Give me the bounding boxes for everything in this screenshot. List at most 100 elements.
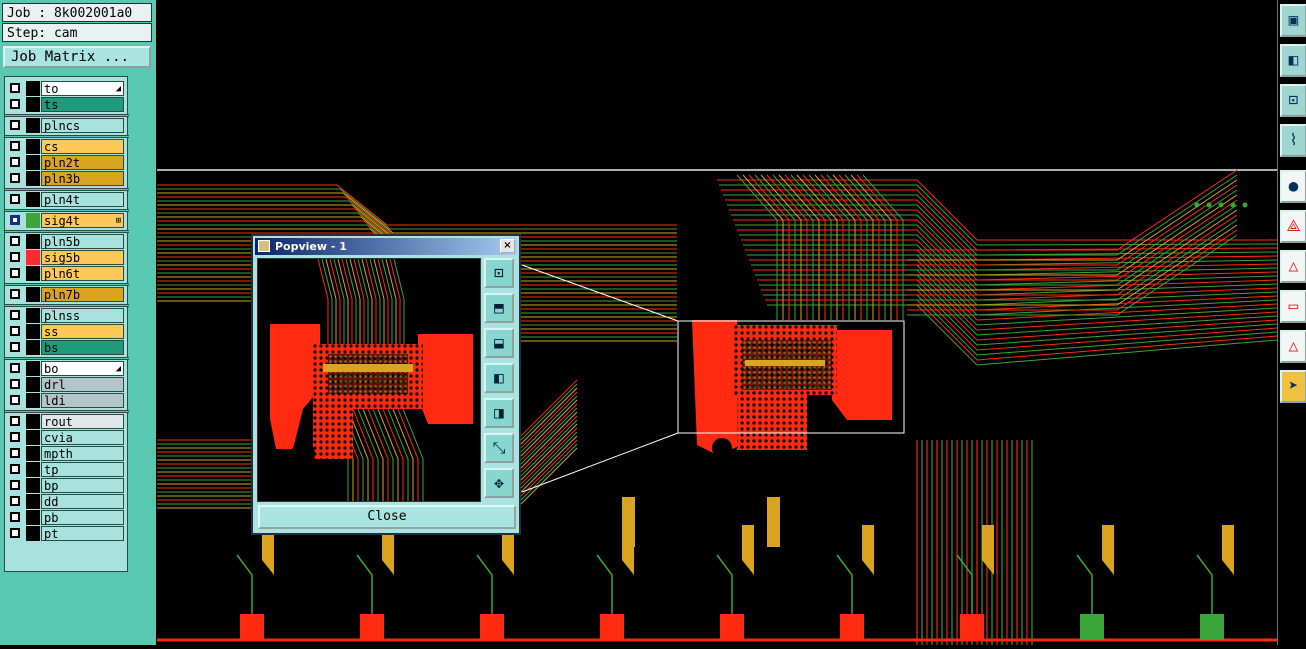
layer-row[interactable]: ss: [5, 324, 129, 340]
layer-row[interactable]: pb: [5, 510, 129, 526]
pan-up-icon[interactable]: ⬒: [484, 293, 514, 323]
layer-color-swatch[interactable]: [26, 118, 40, 133]
layer-checkbox[interactable]: [10, 252, 20, 262]
layer-color-swatch[interactable]: [26, 494, 40, 509]
layer-row[interactable]: cs: [5, 139, 129, 155]
layer-name[interactable]: ss: [41, 324, 124, 339]
job-matrix-button[interactable]: Job Matrix ...: [3, 46, 151, 68]
select-icon[interactable]: ▭: [1280, 290, 1306, 323]
zoom-home-icon[interactable]: ⊡: [484, 258, 514, 288]
layer-checkbox[interactable]: [10, 326, 20, 336]
layer-color-swatch[interactable]: [26, 139, 40, 154]
layer-checkbox[interactable]: [10, 432, 20, 442]
layer-checkbox[interactable]: [10, 395, 20, 405]
layer-checkbox[interactable]: [10, 480, 20, 490]
layer-checkbox[interactable]: [10, 512, 20, 522]
layer-color-swatch[interactable]: [26, 308, 40, 323]
layer-color-swatch[interactable]: [26, 414, 40, 429]
layer-name[interactable]: pt: [41, 526, 124, 541]
layer-row[interactable]: to ◢: [5, 81, 129, 97]
layer-checkbox[interactable]: [10, 342, 20, 352]
layer-row[interactable]: pt: [5, 526, 129, 542]
layer-checkbox[interactable]: [10, 310, 20, 320]
popview-preview[interactable]: [257, 258, 481, 502]
layer-name[interactable]: plnss: [41, 308, 124, 323]
layer-checkbox[interactable]: [10, 215, 20, 225]
layer-color-swatch[interactable]: [26, 340, 40, 355]
layer-name[interactable]: pln7b: [41, 287, 124, 302]
layer-color-swatch[interactable]: [26, 462, 40, 477]
layer-name[interactable]: plncs: [41, 118, 124, 133]
layer-color-swatch[interactable]: [26, 81, 40, 96]
layer-name[interactable]: pb: [41, 510, 124, 525]
layer-color-swatch[interactable]: [26, 287, 40, 302]
layer-row[interactable]: rout: [5, 414, 129, 430]
layer-color-swatch[interactable]: [26, 377, 40, 392]
layer-row[interactable]: sig5b: [5, 250, 129, 266]
layer-name[interactable]: cs: [41, 139, 124, 154]
layer-color-swatch[interactable]: [26, 97, 40, 112]
layer-row[interactable]: dd: [5, 494, 129, 510]
pointer-icon[interactable]: ➤: [1280, 370, 1306, 403]
layer-name[interactable]: sig5b: [41, 250, 124, 265]
layer-color-swatch[interactable]: [26, 446, 40, 461]
layer-color-swatch[interactable]: [26, 478, 40, 493]
zoom-in-icon[interactable]: ⤡: [484, 433, 514, 463]
layer-icon[interactable]: ▣: [1280, 4, 1306, 37]
layer-name[interactable]: to ◢: [41, 81, 124, 96]
layer-checkbox[interactable]: [10, 236, 20, 246]
layer-checkbox[interactable]: [10, 448, 20, 458]
layer-row[interactable]: plnss: [5, 308, 129, 324]
layer-row[interactable]: pln3b: [5, 171, 129, 187]
layer-name[interactable]: drl: [41, 377, 124, 392]
layer-row[interactable]: bo ◢: [5, 361, 129, 377]
layer-checkbox[interactable]: [10, 416, 20, 426]
layer-row[interactable]: drl: [5, 377, 129, 393]
layer-checkbox[interactable]: [10, 173, 20, 183]
snap-icon[interactable]: ◧: [1280, 44, 1306, 77]
layer-checkbox[interactable]: [10, 379, 20, 389]
layer-name[interactable]: ts: [41, 97, 124, 112]
pan-left-icon[interactable]: ◧: [484, 363, 514, 393]
layer-checkbox[interactable]: [10, 99, 20, 109]
pan-right-icon[interactable]: ◨: [484, 398, 514, 428]
drc-icon[interactable]: △: [1280, 250, 1306, 283]
layer-checkbox[interactable]: [10, 157, 20, 167]
layer-row[interactable]: bp: [5, 478, 129, 494]
layer-row[interactable]: bs: [5, 340, 129, 356]
layer-checkbox[interactable]: [10, 289, 20, 299]
close-button[interactable]: Close: [258, 505, 516, 529]
net-icon[interactable]: ⟁: [1280, 210, 1306, 243]
layer-name[interactable]: pln3b: [41, 171, 124, 186]
layer-name[interactable]: rout: [41, 414, 124, 429]
layer-row[interactable]: plncs: [5, 118, 129, 134]
layer-name[interactable]: sig4t ⊞: [41, 213, 124, 228]
close-icon[interactable]: ×: [500, 239, 515, 253]
pad-icon[interactable]: ●: [1280, 170, 1306, 203]
measure-icon[interactable]: ⌇: [1280, 124, 1306, 157]
layer-color-swatch[interactable]: [26, 266, 40, 281]
layer-name[interactable]: ldi: [41, 393, 124, 408]
layer-color-swatch[interactable]: [26, 361, 40, 376]
zoom-out-icon[interactable]: ✥: [484, 468, 514, 498]
layer-color-swatch[interactable]: [26, 393, 40, 408]
layer-name[interactable]: pln6t: [41, 266, 124, 281]
layer-checkbox[interactable]: [10, 194, 20, 204]
layer-checkbox[interactable]: [10, 83, 20, 93]
layer-color-swatch[interactable]: [26, 250, 40, 265]
layer-row[interactable]: pln2t: [5, 155, 129, 171]
layer-row[interactable]: cvia: [5, 430, 129, 446]
layer-color-swatch[interactable]: [26, 192, 40, 207]
polygon-icon[interactable]: △: [1280, 330, 1306, 363]
layer-row[interactable]: mpth: [5, 446, 129, 462]
layer-row[interactable]: ldi: [5, 393, 129, 409]
layer-checkbox[interactable]: [10, 268, 20, 278]
layer-row[interactable]: tp: [5, 462, 129, 478]
layer-name[interactable]: dd: [41, 494, 124, 509]
layer-color-swatch[interactable]: [26, 171, 40, 186]
layer-name[interactable]: pln4t: [41, 192, 124, 207]
layer-color-swatch[interactable]: [26, 234, 40, 249]
layer-checkbox[interactable]: [10, 496, 20, 506]
layer-color-swatch[interactable]: [26, 526, 40, 541]
layer-name[interactable]: tp: [41, 462, 124, 477]
